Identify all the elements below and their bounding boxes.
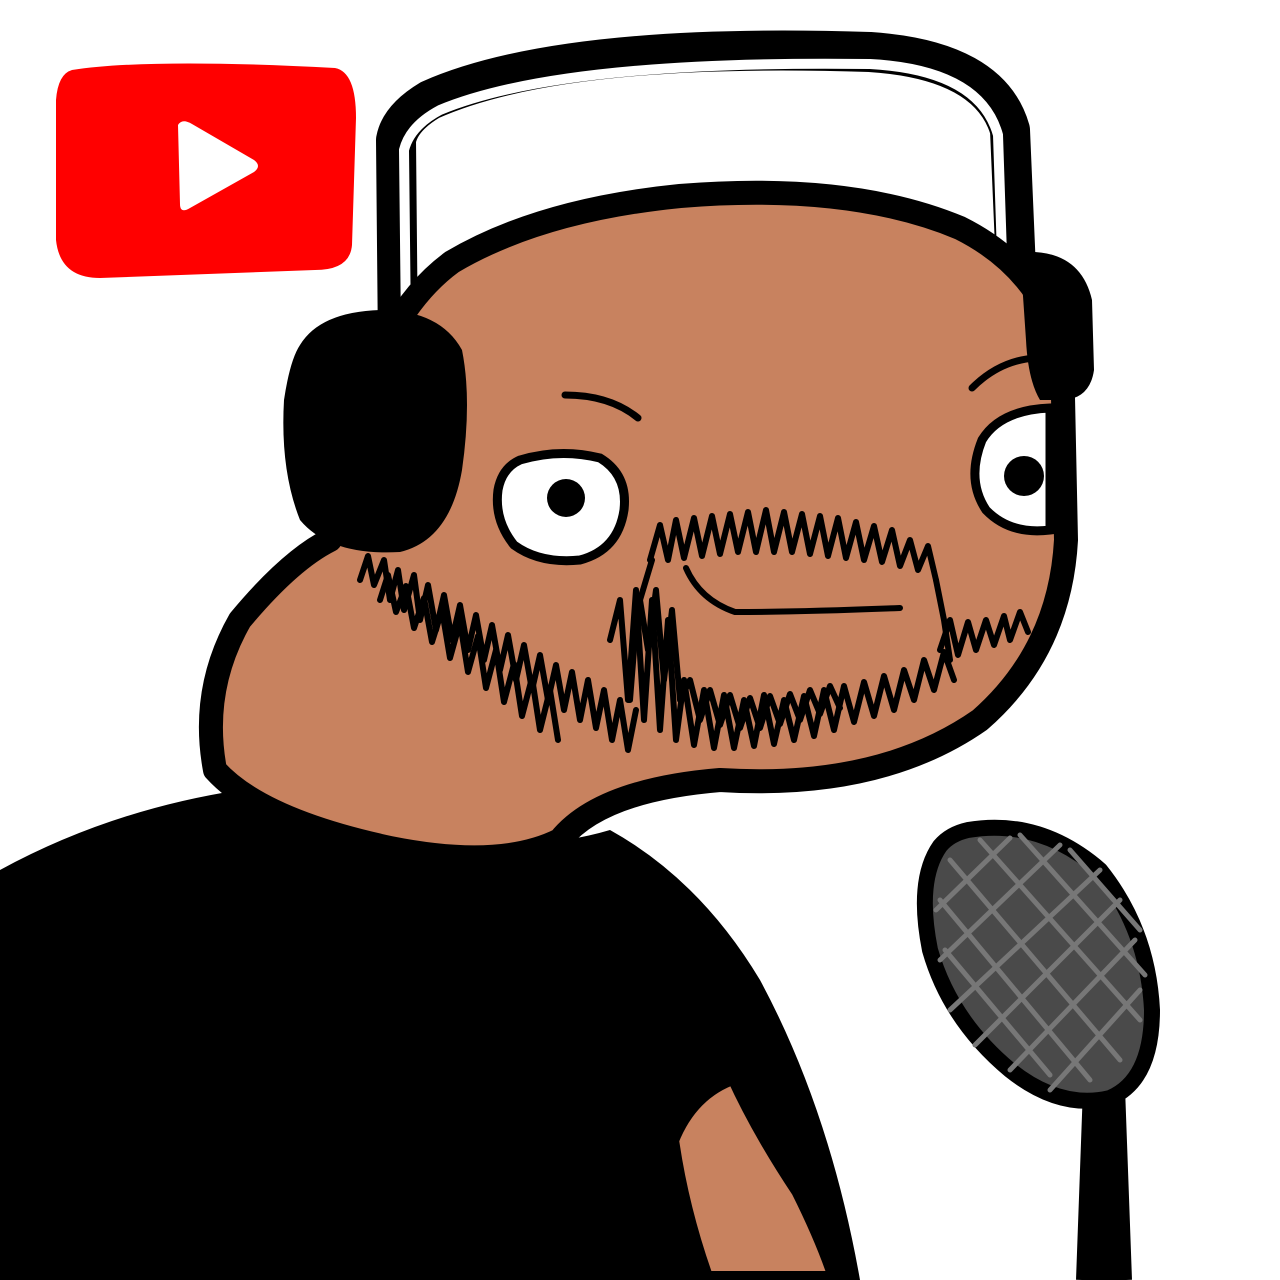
headphone-cup-left (283, 310, 467, 553)
eye-left (492, 449, 629, 566)
illustration-canvas (0, 0, 1280, 1280)
youtube-logo (56, 63, 356, 278)
eye-right-pupil (1004, 456, 1044, 496)
eye-left-pupil (547, 479, 585, 517)
podcaster-illustration (0, 0, 1280, 1280)
